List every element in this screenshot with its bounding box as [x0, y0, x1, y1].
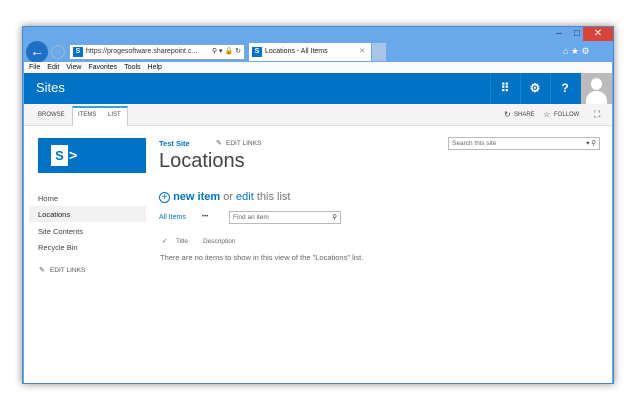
- menu-help[interactable]: Help: [148, 64, 162, 71]
- more-views-button[interactable]: •••: [202, 214, 208, 220]
- new-item-link[interactable]: new item: [173, 191, 220, 203]
- sharepoint-favicon: S: [73, 47, 83, 57]
- menu-favorites[interactable]: Favorites: [88, 64, 117, 71]
- edit-list-link[interactable]: edit: [236, 191, 254, 203]
- add-circle-icon[interactable]: +: [159, 192, 170, 203]
- tab-browse[interactable]: BROWSE: [38, 112, 65, 118]
- nav-home[interactable]: Home: [38, 194, 58, 203]
- breadcrumb-test-site[interactable]: Test Site: [159, 139, 190, 148]
- close-button[interactable]: ✕: [583, 27, 613, 41]
- forward-button[interactable]: →: [51, 45, 65, 59]
- follow-star-icon: ☆: [543, 110, 551, 119]
- avatar[interactable]: [581, 73, 612, 104]
- suite-bar: Sites ⠿ ⚙ ?: [24, 73, 612, 104]
- top-edit-links[interactable]: EDIT LINKS: [226, 140, 261, 147]
- back-button[interactable]: ←: [26, 41, 48, 63]
- page-title: Locations: [159, 150, 245, 172]
- help-button[interactable]: ?: [550, 73, 579, 104]
- pencil-icon: ✎: [216, 140, 222, 147]
- tab-close-icon[interactable]: ✕: [359, 43, 365, 60]
- column-description[interactable]: Description: [203, 238, 236, 245]
- nav-edit-links[interactable]: EDIT LINKS: [50, 267, 85, 274]
- app-launcher-icon[interactable]: ⠿: [490, 73, 519, 104]
- menu-file[interactable]: File: [29, 64, 40, 71]
- search-lock-refresh-icons[interactable]: ⚲ ▾ 🔒 ↻: [209, 45, 241, 59]
- search-icon[interactable]: ⚲: [332, 212, 337, 223]
- sharepoint-favicon: S: [252, 47, 262, 57]
- suite-title[interactable]: Sites: [36, 80, 65, 95]
- tab-items[interactable]: ITEMS: [78, 112, 96, 118]
- nav-site-contents[interactable]: Site Contents: [38, 227, 83, 236]
- browser-tab[interactable]: S Locations - All Items ✕: [249, 43, 371, 61]
- tab-list[interactable]: LIST: [108, 112, 121, 118]
- site-logo[interactable]: S >: [38, 138, 146, 173]
- nav-recycle-bin[interactable]: Recycle Bin: [38, 243, 78, 252]
- search-scope-search-icons[interactable]: ▾ ⚲: [586, 138, 596, 149]
- page-content: S > Test Site ✎ EDIT LINKS Locations Sea…: [24, 126, 612, 383]
- column-title[interactable]: Title: [176, 238, 188, 245]
- find-item-input[interactable]: Find an item ⚲: [229, 211, 341, 224]
- home-star-gear-icons[interactable]: ⌂ ★ ⚙: [563, 46, 590, 57]
- empty-list-message: There are no items to show in this view …: [160, 253, 364, 262]
- menu-tools[interactable]: Tools: [124, 64, 140, 71]
- new-tab-button[interactable]: [372, 43, 386, 61]
- new-item-line: + new item or edit this list: [159, 191, 290, 203]
- address-bar[interactable]: S https://progesoftware.sharepoint.c... …: [69, 44, 245, 60]
- site-search-input[interactable]: Search this site ▾ ⚲: [448, 137, 600, 150]
- settings-gear-icon[interactable]: ⚙: [520, 73, 549, 104]
- menu-edit[interactable]: Edit: [47, 64, 59, 71]
- menu-bar: File Edit View Favorites Tools Help: [24, 62, 612, 73]
- follow-button[interactable]: FOLLOW: [554, 112, 579, 118]
- pencil-icon: ✎: [39, 267, 45, 274]
- share-button[interactable]: SHARE: [514, 112, 535, 118]
- browser-window: – □ ✕ ← → S https://progesoftware.sharep…: [22, 26, 614, 384]
- ribbon: BROWSE ITEMS LIST ↻ SHARE ☆ FOLLOW ⛶: [24, 104, 612, 126]
- view-all-items[interactable]: All Items: [159, 214, 186, 221]
- nav-locations[interactable]: Locations: [38, 210, 70, 219]
- menu-view[interactable]: View: [66, 64, 81, 71]
- share-icon: ↻: [504, 110, 511, 119]
- focus-content-icon[interactable]: ⛶: [594, 109, 600, 120]
- select-all-checkmark-icon[interactable]: ✓: [162, 237, 167, 245]
